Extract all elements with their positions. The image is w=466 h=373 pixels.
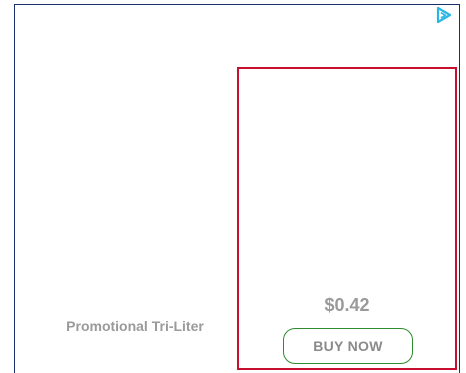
offer-panel[interactable]: $0.42 BUY NOW (237, 67, 457, 370)
adchoices-icon[interactable] (435, 6, 453, 24)
price-label: $0.42 (324, 295, 370, 315)
ad-stage: Promotional Tri-Liter $0.42 BUY NOW (0, 0, 466, 373)
buy-now-button[interactable]: BUY NOW (283, 328, 413, 364)
product-name[interactable]: Promotional Tri-Liter (40, 318, 230, 334)
